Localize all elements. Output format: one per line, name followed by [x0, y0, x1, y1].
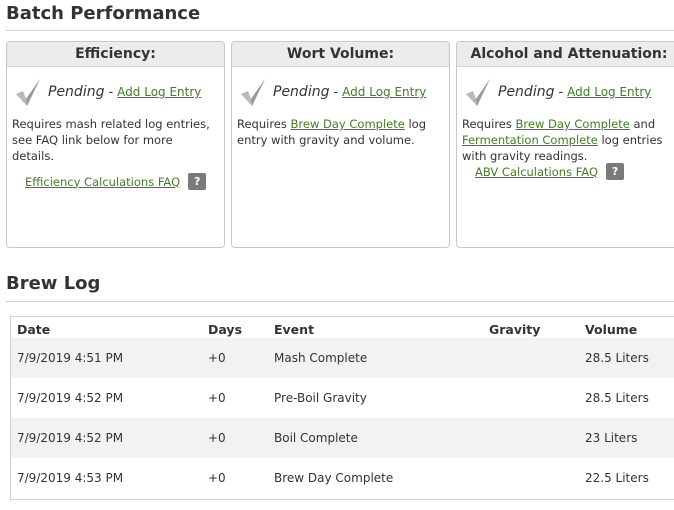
- divider: [6, 30, 674, 31]
- brew-day-complete-link[interactable]: Brew Day Complete: [291, 117, 405, 131]
- alcohol-attenuation-status: Pending - Add Log Entry: [464, 76, 651, 108]
- cell-days: +0: [208, 431, 226, 445]
- add-log-entry-link[interactable]: Add Log Entry: [342, 85, 426, 99]
- efficiency-faq-link[interactable]: Efficiency Calculations FAQ: [25, 175, 180, 189]
- efficiency-description: Requires mash related log entries, see F…: [12, 117, 210, 163]
- cell-date: 7/9/2019 4:52 PM: [17, 431, 124, 445]
- column-header-days[interactable]: Days: [208, 322, 242, 337]
- wort-volume-card-header: Wort Volume:: [232, 42, 449, 67]
- efficiency-card: Efficiency: Pending - Add Log Entry Requ…: [6, 41, 225, 248]
- brew-log-title: Brew Log: [6, 273, 101, 294]
- add-log-entry-link[interactable]: Add Log Entry: [567, 85, 651, 99]
- batch-performance-title: Batch Performance: [6, 3, 201, 24]
- wort-volume-card: Wort Volume: Pending - Add Log Entry Req…: [231, 41, 450, 248]
- help-icon[interactable]: ?: [606, 163, 625, 180]
- alcohol-attenuation-card-header: Alcohol and Attenuation:: [457, 42, 674, 67]
- cell-event: Pre-Boil Gravity: [274, 391, 367, 405]
- desc-text: Requires: [462, 117, 512, 131]
- cell-volume: 23 Liters: [585, 431, 638, 445]
- table-row[interactable]: 7/9/2019 4:52 PM +0 Boil Complete 23 Lit…: [11, 418, 674, 458]
- cell-date: 7/9/2019 4:51 PM: [17, 351, 124, 365]
- abv-faq-link[interactable]: ABV Calculations FAQ: [475, 165, 598, 179]
- alcohol-attenuation-description: Requires Brew Day Complete and Fermentat…: [462, 116, 674, 164]
- column-header-date[interactable]: Date: [17, 322, 50, 337]
- cell-volume: 28.5 Liters: [585, 391, 649, 405]
- column-header-volume[interactable]: Volume: [585, 322, 637, 337]
- table-row[interactable]: 7/9/2019 4:51 PM +0 Mash Complete 28.5 L…: [11, 338, 674, 378]
- cell-event: Boil Complete: [274, 431, 358, 445]
- cell-volume: 22.5 Liters: [585, 471, 649, 485]
- fermentation-complete-link[interactable]: Fermentation Complete: [462, 133, 598, 147]
- efficiency-card-header: Efficiency:: [7, 42, 224, 67]
- add-log-entry-link[interactable]: Add Log Entry: [117, 85, 201, 99]
- cell-event: Mash Complete: [274, 351, 368, 365]
- column-header-gravity[interactable]: Gravity: [489, 322, 540, 337]
- brew-log-table: Date Days Event Gravity Volume 7/9/2019 …: [10, 316, 674, 500]
- cell-days: +0: [208, 351, 226, 365]
- divider: [6, 301, 674, 302]
- desc-text: and: [633, 117, 656, 131]
- efficiency-status: Pending - Add Log Entry: [14, 76, 201, 108]
- checkmark-icon: [466, 79, 490, 106]
- separator: -: [558, 84, 564, 100]
- help-icon[interactable]: ?: [188, 173, 207, 190]
- abv-faq-row: ABV Calculations FAQ ?: [475, 163, 625, 180]
- table-row[interactable]: 7/9/2019 4:52 PM +0 Pre-Boil Gravity 28.…: [11, 378, 674, 418]
- cell-volume: 28.5 Liters: [585, 351, 649, 365]
- column-header-event[interactable]: Event: [274, 322, 314, 337]
- separator: -: [333, 84, 339, 100]
- status-text: Pending: [273, 84, 330, 100]
- cell-date: 7/9/2019 4:52 PM: [17, 391, 124, 405]
- separator: -: [108, 84, 114, 100]
- status-text: Pending: [48, 84, 105, 100]
- status-text: Pending: [498, 84, 555, 100]
- brew-day-complete-link[interactable]: Brew Day Complete: [516, 117, 630, 131]
- table-row[interactable]: 7/9/2019 4:53 PM +0 Brew Day Complete 22…: [11, 458, 674, 498]
- cell-event: Brew Day Complete: [274, 471, 394, 485]
- efficiency-faq-row: Efficiency Calculations FAQ ?: [25, 173, 207, 190]
- checkmark-icon: [16, 79, 40, 106]
- alcohol-attenuation-card: Alcohol and Attenuation: Pending - Add L…: [456, 41, 674, 248]
- desc-text: Requires: [237, 117, 287, 131]
- cell-days: +0: [208, 471, 226, 485]
- checkmark-icon: [241, 79, 265, 106]
- cell-date: 7/9/2019 4:53 PM: [17, 471, 124, 485]
- wort-volume-status: Pending - Add Log Entry: [239, 76, 426, 108]
- cell-days: +0: [208, 391, 226, 405]
- wort-volume-description: Requires Brew Day Complete log entry wit…: [237, 116, 443, 148]
